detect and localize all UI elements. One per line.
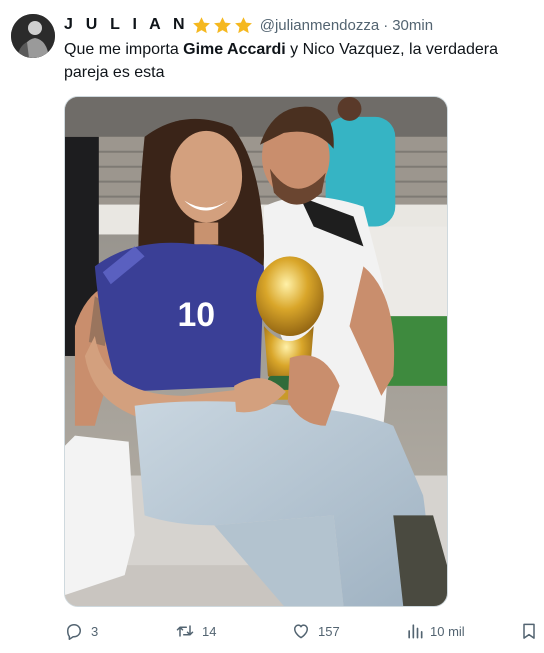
like-count: 157 [318,623,340,639]
star-icon [213,16,231,33]
bookmark-icon [523,623,535,639]
tweet-header: J U L I A N @julianmendozza · 30min [64,14,433,36]
timestamp[interactable]: 30min [392,17,433,34]
display-name[interactable]: J U L I A N [64,16,189,34]
action-bar: 3 14 157 10 mil [64,618,540,644]
jersey-number: 10 [178,296,216,334]
views-button[interactable]: 10 mil [405,618,465,644]
retweet-count: 14 [202,623,217,639]
star-icon [234,16,252,33]
like-button[interactable]: 157 [291,618,340,644]
star-icon [192,16,210,33]
tweet-text-bold: Gime Accardi [183,41,286,58]
user-handle[interactable]: @julianmendozza [260,17,379,34]
reply-button[interactable]: 3 [64,618,98,644]
tweet-text-part1: Que me importa [64,41,184,58]
bookmark-button[interactable] [519,618,539,644]
tweet-photo[interactable]: 10 [64,96,448,607]
reply-count: 3 [91,623,99,639]
star-badges [191,15,254,36]
heart-icon [294,624,308,639]
avatar[interactable] [11,14,55,58]
reply-icon [67,624,81,640]
retweet-icon [176,625,194,637]
views-icon [408,624,423,639]
tweet-text: Que me importa Gime Accardi y Nico Vazqu… [64,38,536,84]
retweet-button[interactable]: 14 [175,618,216,644]
separator-dot: · [383,16,389,34]
views-count: 10 mil [430,623,465,639]
